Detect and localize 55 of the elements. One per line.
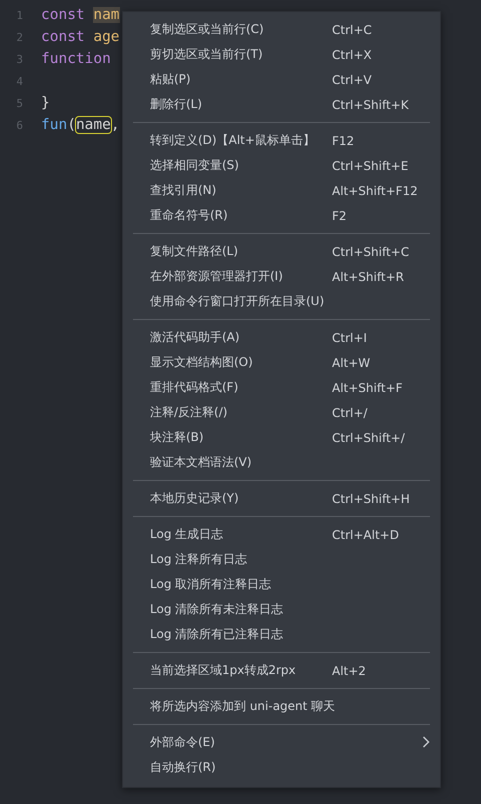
shortcut-text: Ctrl+I bbox=[332, 330, 367, 344]
menu-item-label: Log 取消所有注释日志 bbox=[150, 576, 272, 593]
menu-item-label: Log 注释所有日志 bbox=[150, 551, 248, 568]
menu-item-label: 删除行(L) bbox=[150, 96, 204, 113]
menu-item-label: 重排代码格式(F) bbox=[150, 379, 240, 396]
menu-item-label: 外部命令(E) bbox=[150, 734, 216, 751]
menu-item-label: Log 清除所有未注释日志 bbox=[150, 601, 284, 618]
menu-item-label: 当前选择区域1px转成2rpx bbox=[150, 662, 297, 679]
menu-item-label: 选择相同变量(S) bbox=[150, 157, 240, 174]
menu-item-label: 本地历史记录(Y) bbox=[150, 490, 240, 507]
menu-item-label: 将所选内容添加到 uni-agent 聊天 bbox=[150, 698, 336, 715]
shortcut-text: Ctrl+/ bbox=[332, 406, 368, 420]
shortcut-text: F12 bbox=[332, 134, 354, 148]
shortcut-text: Ctrl+Shift+H bbox=[332, 492, 410, 506]
menu-item-label: 注释/反注释(/) bbox=[150, 404, 228, 421]
shortcut-text: Ctrl+Shift+E bbox=[332, 158, 408, 172]
menu-item-label: 验证本文档语法(V) bbox=[150, 454, 253, 471]
menu-item-label: 重命名符号(R) bbox=[150, 207, 229, 224]
menu-item-label: 显示文档结构图(O) bbox=[150, 354, 254, 371]
code-token: fun bbox=[41, 117, 68, 133]
shortcut-text: Ctrl+C bbox=[332, 22, 372, 36]
menu-item-label: 复制文件路径(L) bbox=[150, 243, 240, 260]
matched-word: name bbox=[76, 117, 111, 133]
shortcut-text: Ctrl+X bbox=[332, 48, 372, 62]
menu-item-label: 复制选区或当前行(C) bbox=[150, 21, 265, 38]
shortcut-text: Alt+W bbox=[332, 356, 370, 370]
menu-item-label: 使用命令行窗口打开所在目录(U) bbox=[150, 293, 326, 310]
menu-item-label: 查找引用(N) bbox=[150, 182, 218, 199]
shortcut-text: Ctrl+V bbox=[332, 72, 372, 86]
shortcut-text: Alt+2 bbox=[332, 664, 366, 678]
code-token: } bbox=[41, 95, 50, 111]
shortcut-text: Ctrl+Shift+K bbox=[332, 98, 409, 112]
shortcut-text: Ctrl+Shift+C bbox=[332, 244, 410, 258]
menu-item-label: 粘贴(P) bbox=[150, 71, 192, 88]
shortcut-text: Alt+Shift+R bbox=[332, 270, 404, 284]
menu-item-label: 转到定义(D)【Alt+鼠标单击】 bbox=[150, 132, 316, 149]
shortcut-text: Alt+Shift+F12 bbox=[332, 184, 418, 198]
shortcut-text: Ctrl+Alt+D bbox=[332, 528, 399, 542]
shortcut-text: Ctrl+Shift+/ bbox=[332, 430, 405, 444]
menu-item-label: 在外部资源管理器打开(I) bbox=[150, 268, 284, 285]
code-token: , bbox=[110, 117, 120, 133]
code-token: const bbox=[41, 7, 85, 23]
menu-item-label: 激活代码助手(A) bbox=[150, 329, 241, 346]
code-token: age bbox=[93, 29, 120, 45]
menu-item-label: Log 清除所有已注释日志 bbox=[150, 626, 284, 643]
code-token: ( bbox=[67, 117, 76, 133]
menu-item-label: Log 生成日志 bbox=[150, 526, 224, 543]
menu-item-label: 自动换行(R) bbox=[150, 759, 217, 776]
code-token: const bbox=[41, 29, 85, 45]
shortcut-text: Alt+Shift+F bbox=[332, 380, 403, 394]
shortcut-text: F2 bbox=[332, 208, 347, 222]
menu-item-label: 块注释(B) bbox=[150, 429, 205, 446]
menu-item-label: 剪切选区或当前行(T) bbox=[150, 46, 264, 63]
code-token: function bbox=[41, 51, 111, 67]
highlighted-word: nam bbox=[93, 7, 120, 23]
